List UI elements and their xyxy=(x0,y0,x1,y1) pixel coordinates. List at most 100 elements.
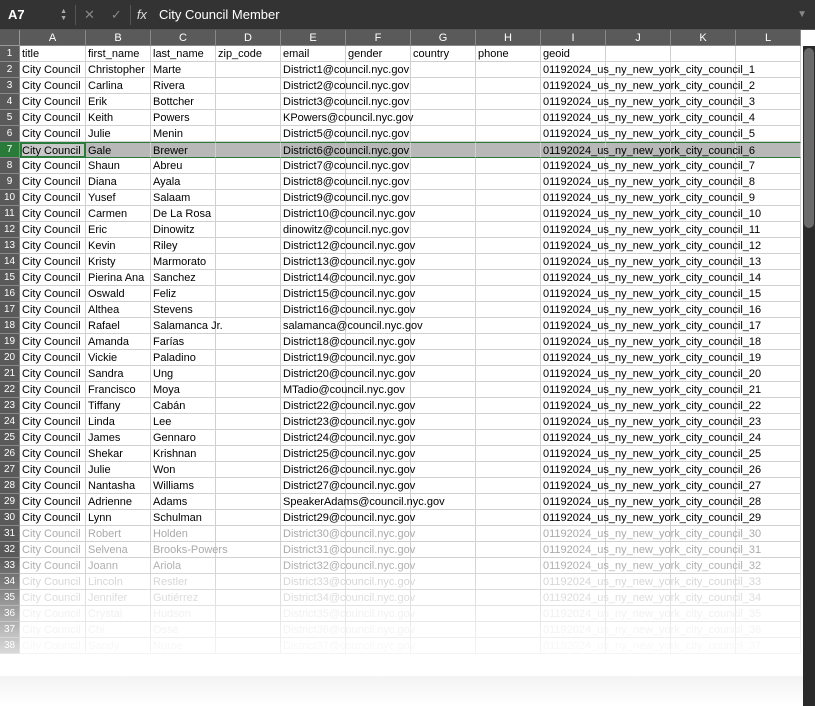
cell[interactable]: Kristy xyxy=(86,254,151,270)
cell[interactable]: Rafael xyxy=(86,318,151,334)
cell[interactable]: District16@council.nyc.gov xyxy=(281,302,346,318)
row-header[interactable]: 25 xyxy=(0,430,20,446)
cell[interactable]: Yusef xyxy=(86,190,151,206)
cell[interactable] xyxy=(671,46,736,62)
cell[interactable] xyxy=(476,478,541,494)
cell[interactable]: City Council xyxy=(20,142,86,158)
vertical-scrollbar[interactable] xyxy=(803,46,815,706)
row-header[interactable]: 21 xyxy=(0,366,20,382)
formula-input[interactable]: City Council Member xyxy=(153,0,789,29)
cell[interactable] xyxy=(411,462,476,478)
cell[interactable] xyxy=(411,286,476,302)
cell[interactable] xyxy=(411,430,476,446)
cell[interactable]: 01192024_us_ny_new_york_city_council_1 xyxy=(541,62,606,78)
cell[interactable] xyxy=(411,94,476,110)
cell[interactable]: City Council xyxy=(20,126,86,142)
row-header[interactable]: 12 xyxy=(0,222,20,238)
cell-grid[interactable]: titlefirst_namelast_namezip_codeemailgen… xyxy=(20,46,801,654)
cell[interactable]: City Council xyxy=(20,526,86,542)
cell[interactable]: Lee xyxy=(151,414,216,430)
cell[interactable]: Farías xyxy=(151,334,216,350)
cell[interactable]: District8@council.nyc.gov xyxy=(281,174,346,190)
cell[interactable]: Shekar xyxy=(86,446,151,462)
cell[interactable]: 01192024_us_ny_new_york_city_council_31 xyxy=(541,542,606,558)
row-header[interactable]: 19 xyxy=(0,334,20,350)
cell[interactable]: MTadio@council.nyc.gov xyxy=(281,382,346,398)
cell[interactable]: James xyxy=(86,430,151,446)
cell[interactable]: 01192024_us_ny_new_york_city_council_3 xyxy=(541,94,606,110)
cell[interactable]: City Council xyxy=(20,382,86,398)
cell[interactable] xyxy=(216,510,281,526)
row-header[interactable]: 6 xyxy=(0,126,20,142)
cell[interactable]: City Council xyxy=(20,158,86,174)
cell[interactable] xyxy=(216,94,281,110)
cell[interactable]: Eric xyxy=(86,222,151,238)
cell[interactable]: City Council xyxy=(20,222,86,238)
cell[interactable]: City Council xyxy=(20,318,86,334)
cell[interactable] xyxy=(216,302,281,318)
cell[interactable]: Carlina xyxy=(86,78,151,94)
cell[interactable]: Won xyxy=(151,462,216,478)
cell[interactable] xyxy=(216,190,281,206)
cell[interactable] xyxy=(476,446,541,462)
cell[interactable] xyxy=(216,526,281,542)
cell[interactable] xyxy=(411,78,476,94)
cell[interactable]: Linda xyxy=(86,414,151,430)
cell[interactable] xyxy=(216,254,281,270)
row-header[interactable]: 2 xyxy=(0,62,20,78)
cell[interactable] xyxy=(216,286,281,302)
row-header[interactable]: 17 xyxy=(0,302,20,318)
cell[interactable] xyxy=(411,398,476,414)
cell[interactable]: Paladino xyxy=(151,350,216,366)
cell[interactable]: Adrienne xyxy=(86,494,151,510)
cell[interactable]: Selvena xyxy=(86,542,151,558)
cell[interactable]: Salamanca Jr. xyxy=(151,318,216,334)
row-header[interactable]: 11 xyxy=(0,206,20,222)
cancel-icon[interactable]: ✕ xyxy=(76,7,103,23)
cell[interactable] xyxy=(476,350,541,366)
cell[interactable] xyxy=(216,638,281,654)
cell[interactable]: City Council xyxy=(20,414,86,430)
cell[interactable] xyxy=(216,158,281,174)
row-header[interactable]: 16 xyxy=(0,286,20,302)
cell[interactable]: Ung xyxy=(151,366,216,382)
cell[interactable]: zip_code xyxy=(216,46,281,62)
cell[interactable] xyxy=(411,334,476,350)
cell[interactable] xyxy=(476,590,541,606)
cell[interactable]: Lincoln xyxy=(86,574,151,590)
cell[interactable]: Menin xyxy=(151,126,216,142)
cell[interactable] xyxy=(476,526,541,542)
cell[interactable]: City Council xyxy=(20,590,86,606)
cell[interactable] xyxy=(411,574,476,590)
cell[interactable] xyxy=(606,46,671,62)
row-header[interactable]: 8 xyxy=(0,158,20,174)
cell[interactable]: SpeakerAdams@council.nyc.gov xyxy=(281,494,346,510)
cell[interactable]: City Council xyxy=(20,334,86,350)
row-header[interactable]: 24 xyxy=(0,414,20,430)
cell[interactable]: City Council xyxy=(20,94,86,110)
row-header[interactable]: 26 xyxy=(0,446,20,462)
cell[interactable]: 01192024_us_ny_new_york_city_council_35 xyxy=(541,606,606,622)
cell[interactable]: District10@council.nyc.gov xyxy=(281,206,346,222)
cell[interactable]: 01192024_us_ny_new_york_city_council_9 xyxy=(541,190,606,206)
cell[interactable]: Ariola xyxy=(151,558,216,574)
cell[interactable]: City Council xyxy=(20,558,86,574)
cell[interactable] xyxy=(476,382,541,398)
cell[interactable]: Krishnan xyxy=(151,446,216,462)
cell[interactable]: 01192024_us_ny_new_york_city_council_19 xyxy=(541,350,606,366)
cell[interactable] xyxy=(411,478,476,494)
cell[interactable]: 01192024_us_ny_new_york_city_council_27 xyxy=(541,478,606,494)
cell[interactable] xyxy=(411,62,476,78)
cell[interactable]: geoid xyxy=(541,46,606,62)
cell[interactable]: 01192024_us_ny_new_york_city_council_11 xyxy=(541,222,606,238)
cell[interactable]: 01192024_us_ny_new_york_city_council_33 xyxy=(541,574,606,590)
row-header[interactable]: 27 xyxy=(0,462,20,478)
cell[interactable]: first_name xyxy=(86,46,151,62)
cell[interactable]: Holden xyxy=(151,526,216,542)
cell[interactable]: City Council xyxy=(20,110,86,126)
cell[interactable]: Moya xyxy=(151,382,216,398)
cell[interactable]: Feliz xyxy=(151,286,216,302)
cell[interactable] xyxy=(216,318,281,334)
row-header[interactable]: 13 xyxy=(0,238,20,254)
cell[interactable]: dinowitz@council.nyc.gov xyxy=(281,222,346,238)
